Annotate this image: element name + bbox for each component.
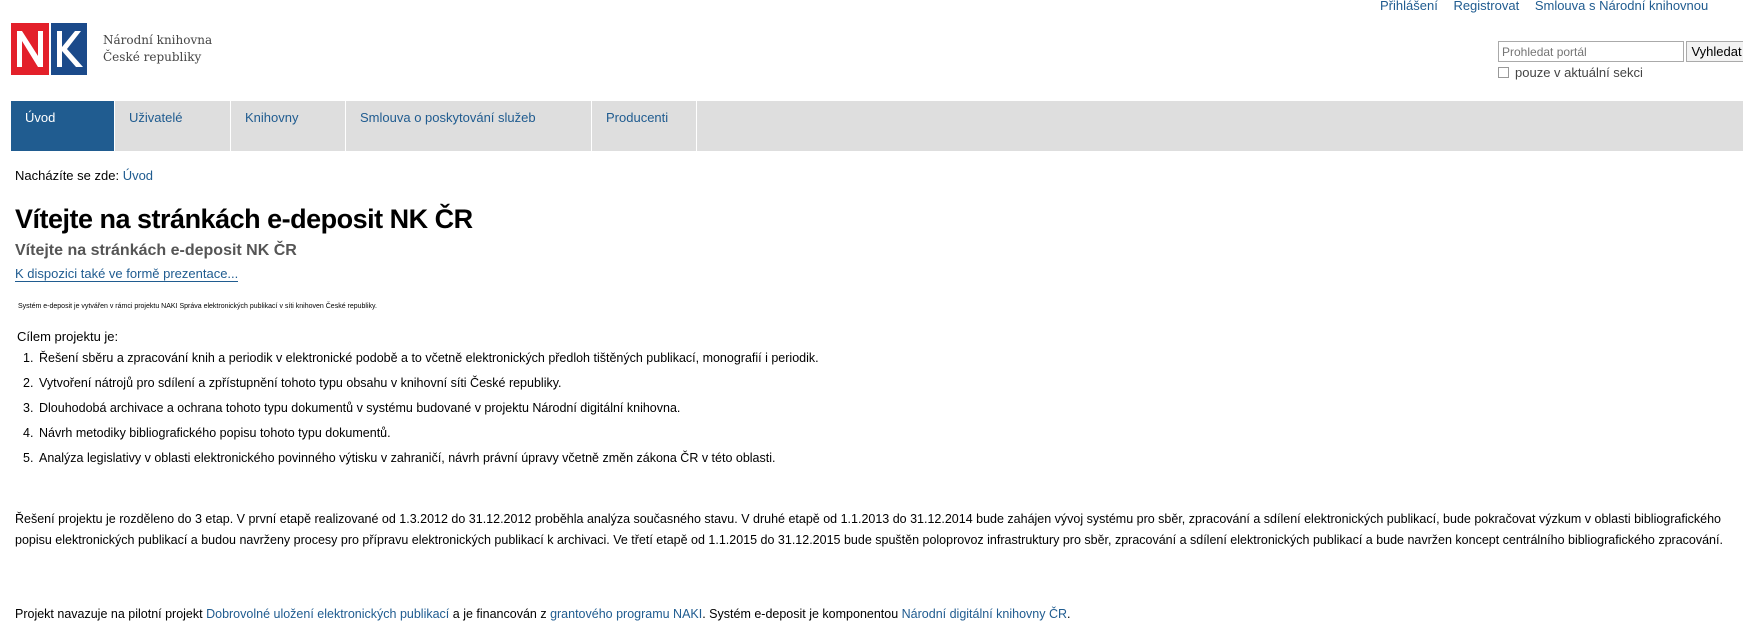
nav-item-producenti[interactable]: Producenti [592,101,697,151]
breadcrumb-home-link[interactable]: Úvod [123,168,153,183]
personal-bar: Přihlášení Registrovat Smlouva s Národní… [1380,0,1720,18]
logo-line-2: České republiky [103,50,202,64]
breadcrumb: Nacházíte se zde: Úvod [15,168,153,183]
presentation-link[interactable]: K dispozici také ve formě prezentace... [15,266,239,282]
project-funding-paragraph: Projekt navazuje na pilotní projekt Dobr… [15,607,1071,621]
list-item: 2. Vytvoření nátrojů pro sdílení a zpříst… [23,376,562,390]
project-note: Systém e-deposit je vytvářen v rámci pro… [18,303,377,310]
search-button[interactable]: Vyhledat [1686,41,1743,62]
goals-intro: Cílem projektu je: [17,329,119,344]
ndk-link[interactable]: Národní digitální knihovny ČR [902,607,1067,621]
nav-item-uvod[interactable]: Úvod [11,101,115,151]
register-link[interactable]: Registrovat [1453,0,1519,13]
search-scope: pouze v aktuální sekci [1498,65,1743,80]
breadcrumb-prefix: Nacházíte se zde: [15,168,120,183]
list-item: 1. Řešení sběru a zpracování knih a perio… [23,351,819,365]
list-item: 5. Analýza legislativy v oblasti elektron… [23,451,776,465]
search-scope-label: pouze v aktuální sekci [1515,65,1643,80]
nav-item-smlouva[interactable]: Smlouva o poskytování služeb [346,101,592,151]
logo-line-1: Národní knihovna [103,33,213,47]
naki-program-link[interactable]: grantového programu NAKI [550,607,702,621]
list-item: 4. Návrh metodiky bibliografického popisu… [23,426,391,440]
pilot-project-link[interactable]: Dobrovolné uložení elektronických publik… [206,607,449,621]
page: Přihlášení Registrovat Smlouva s Národní… [0,0,1743,633]
page-subtitle: Vítejte na stránkách e-deposit NK ČR [15,242,297,259]
site-logo[interactable]: Národní knihovna České republiky [11,23,212,75]
goals-list: 1. Řešení sběru a zpracování knih a perio… [23,350,819,475]
project-stages-paragraph: Řešení projektu je rozděleno do 3 etap. … [15,512,1723,547]
portal-search: Vyhledat pouze v aktuální sekci [1498,41,1743,80]
search-input[interactable] [1498,41,1685,62]
page-title: Vítejte na stránkách e-deposit NK ČR [15,204,473,234]
list-item: 3. Dlouhodobá archivace a ochrana tohoto … [23,401,681,415]
logo-text: Národní knihovna České republiky [103,32,212,66]
nav-item-knihovny[interactable]: Knihovny [231,101,346,151]
current-section-checkbox[interactable] [1498,67,1509,78]
nav-item-uzivatele[interactable]: Uživatelé [115,101,231,151]
main-nav: Úvod Uživatelé Knihovny Smlouva o poskyt… [11,101,1743,151]
login-link[interactable]: Přihlášení [1380,0,1438,13]
contract-link[interactable]: Smlouva s Národní knihovnou [1535,0,1708,13]
nk-logo-icon [11,23,87,75]
